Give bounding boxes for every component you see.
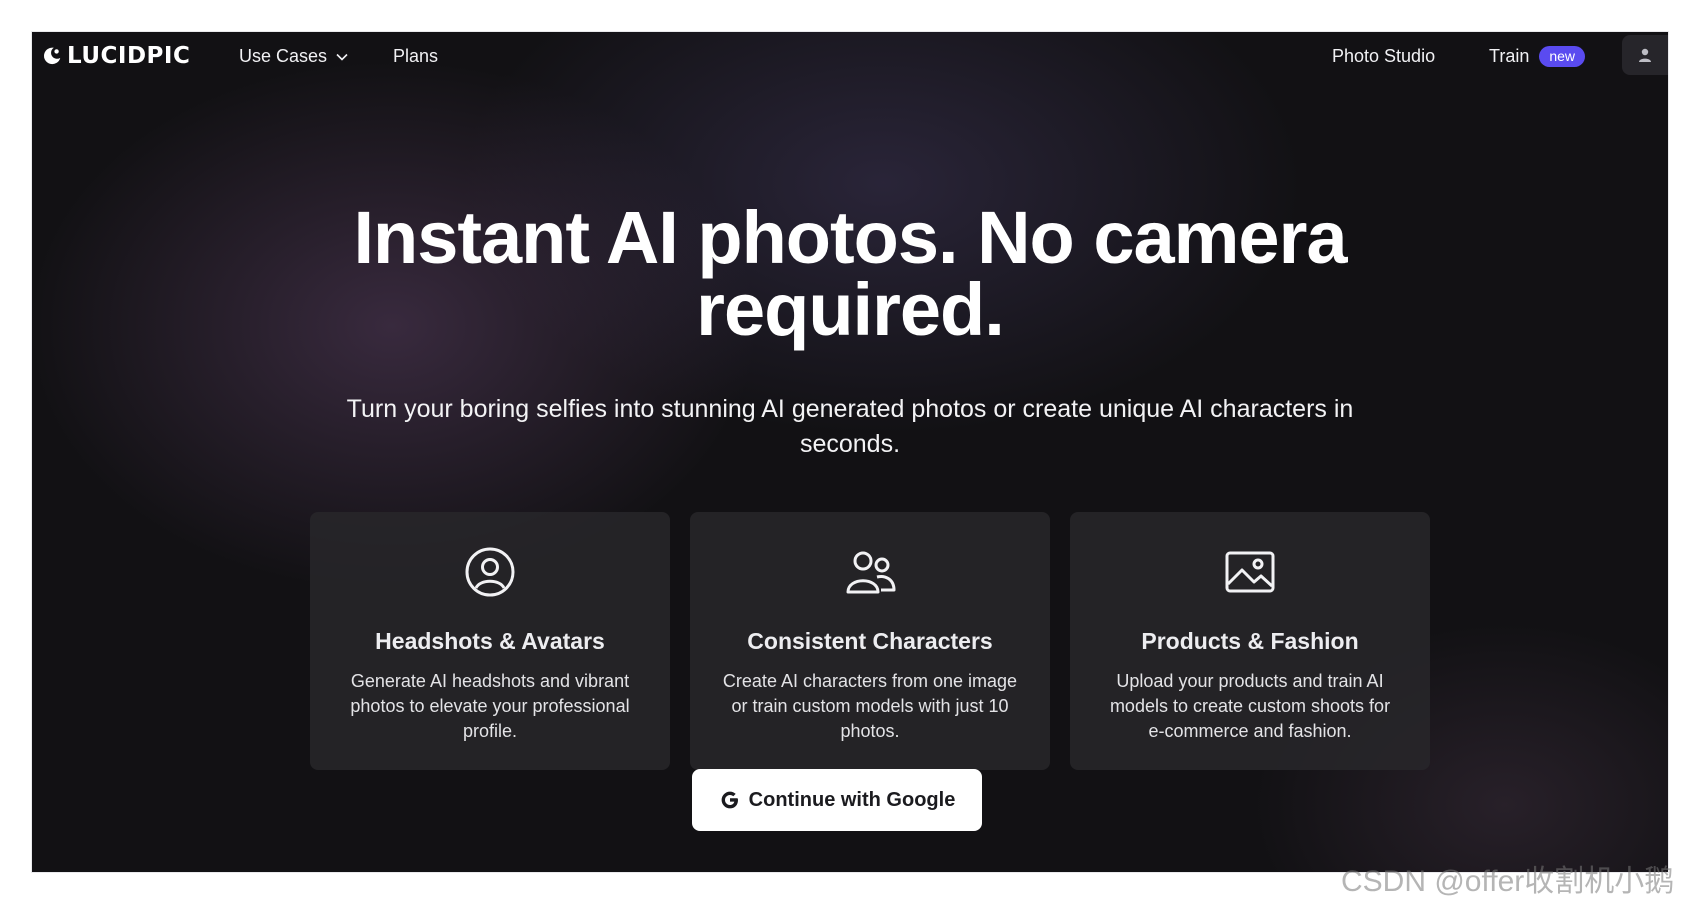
nav-use-cases-label: Use Cases — [239, 46, 328, 66]
moon-logo-icon — [43, 47, 61, 65]
hero-title-line-1: Instant AI photos. No camera — [353, 196, 1347, 279]
card-title: Headshots & Avatars — [375, 628, 605, 654]
chevron-down-icon — [336, 53, 348, 61]
nav-photo-studio[interactable]: Photo Studio — [1332, 46, 1435, 67]
nav-train-label: Train — [1489, 46, 1530, 66]
user-icon — [1639, 48, 1651, 62]
card-description: Generate AI headshots and vibrant photos… — [350, 671, 630, 741]
watermark-text: CSDN @offer收割机小鹅 — [1341, 865, 1675, 898]
nav-photo-studio-label: Photo Studio — [1332, 46, 1436, 66]
card-title: Products & Fashion — [1141, 628, 1359, 654]
hero-title-line-2: required. — [696, 268, 1005, 351]
nav-plans-label: Plans — [393, 46, 439, 66]
card-products[interactable]: Products & Fashion Upload your products … — [1070, 512, 1430, 770]
card-headshots[interactable]: Headshots & Avatars Generate AI headshot… — [310, 512, 670, 770]
top-nav: LUCIDPIC Use Cases Plans Photo Studio Tr… — [32, 32, 1668, 78]
nav-use-cases[interactable]: Use Cases — [239, 46, 349, 67]
users-icon — [846, 551, 896, 594]
feature-cards: Headshots & Avatars Generate AI headshot… — [310, 512, 1430, 770]
account-button[interactable] — [1622, 35, 1668, 75]
google-g-icon — [721, 791, 738, 809]
nav-train[interactable]: Train new — [1489, 46, 1586, 67]
brand-logo[interactable]: LUCIDPIC — [41, 43, 190, 69]
card-title: Consistent Characters — [747, 628, 993, 654]
user-circle-icon — [465, 547, 515, 597]
brand-name: LUCIDPIC — [67, 43, 191, 69]
continue-with-google-label: Continue with Google — [748, 788, 956, 811]
nav-plans[interactable]: Plans — [393, 46, 438, 67]
card-description: Upload your products and train AI models… — [1109, 671, 1391, 741]
hero-subtitle: Turn your boring selfies into stunning A… — [346, 395, 1354, 458]
hero-title: Instant AI photos. No camera required. — [32, 196, 1668, 351]
new-badge: new — [1539, 46, 1586, 67]
card-description: Create AI characters from one image or t… — [722, 671, 1018, 741]
continue-with-google-button[interactable]: Continue with Google — [692, 769, 982, 831]
card-characters[interactable]: Consistent Characters Create AI characte… — [690, 512, 1050, 770]
app-frame: LUCIDPIC Use Cases Plans Photo Studio Tr… — [32, 32, 1668, 872]
image-icon — [1225, 551, 1275, 593]
